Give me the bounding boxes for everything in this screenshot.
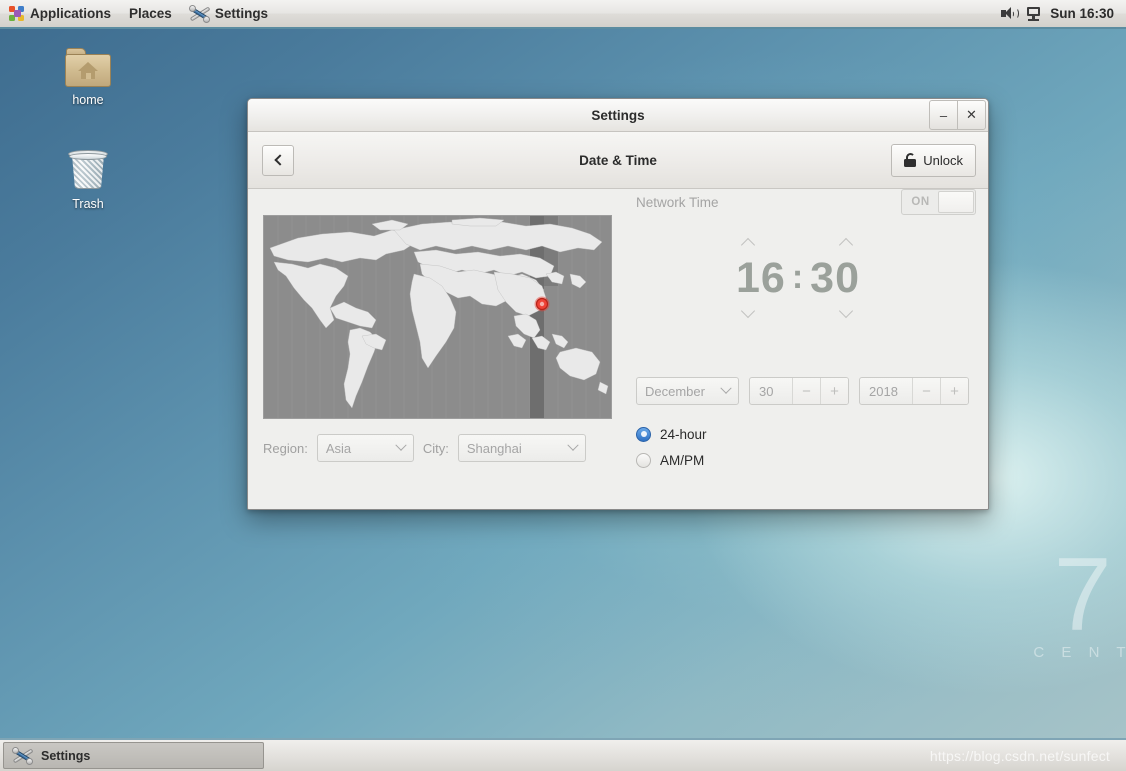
settings-window: Settings – ✕ Date & Time Unlock Region: … xyxy=(247,98,989,510)
applications-menu[interactable]: Applications xyxy=(0,0,120,27)
time-display: 16:30 xyxy=(674,252,922,303)
page-title: Date & Time xyxy=(579,152,657,168)
year-stepper: 2018 − + xyxy=(859,377,969,405)
unlock-button[interactable]: Unlock xyxy=(891,143,976,177)
time-format-group: 24-hour AM/PM xyxy=(636,421,707,473)
day-value[interactable]: 30 xyxy=(750,378,792,404)
month-value: December xyxy=(645,383,705,399)
world-map-svg xyxy=(264,216,611,418)
centos-brand-word: C E N T xyxy=(1033,644,1126,661)
taskbar: Settings https://blog.csdn.net/sunfect xyxy=(0,738,1126,771)
desktop-icon-label: Trash xyxy=(72,197,104,211)
settings-content: Region: Asia City: Shanghai Network Time… xyxy=(248,189,988,509)
monitor-icon[interactable] xyxy=(1026,6,1041,21)
trash-can-icon xyxy=(67,148,109,192)
panel-status-area: Sun 16:30 xyxy=(1000,6,1126,21)
year-value[interactable]: 2018 xyxy=(860,378,912,404)
toggle-knob xyxy=(938,191,974,213)
speaker-icon[interactable] xyxy=(1000,6,1019,21)
network-time-row: Network Time ON xyxy=(636,189,976,215)
open-padlock-icon xyxy=(904,153,917,167)
apps-grid-icon xyxy=(9,5,25,22)
region-select[interactable]: Asia xyxy=(316,434,414,462)
places-menu-label: Places xyxy=(129,6,172,21)
location-marker-icon xyxy=(534,296,550,312)
day-increment-button[interactable]: + xyxy=(820,378,848,404)
datetime-controls: Network Time ON 16:30 December 30 − + 20… xyxy=(636,189,976,489)
desktop-icon-label: home xyxy=(72,93,104,107)
time-format-option-24h[interactable]: 24-hour xyxy=(636,421,707,447)
clock-increment-row xyxy=(738,237,858,249)
chevron-down-icon xyxy=(720,382,732,394)
minimize-button[interactable]: – xyxy=(929,100,958,130)
network-time-toggle-state: ON xyxy=(911,196,930,208)
taskbar-window-label: Settings xyxy=(41,748,91,763)
close-button[interactable]: ✕ xyxy=(957,100,986,130)
radio-selected-icon xyxy=(636,426,651,442)
network-time-toggle[interactable]: ON xyxy=(901,189,976,215)
centos-brand-watermark: 7 C E N T xyxy=(1033,537,1126,661)
settings-menu-label: Settings xyxy=(214,6,269,21)
chevron-left-icon xyxy=(273,154,286,166)
settings-window-menu[interactable]: Settings xyxy=(181,0,277,27)
time-format-option-ampm[interactable]: AM/PM xyxy=(636,447,707,473)
applications-menu-label: Applications xyxy=(30,6,112,21)
timezone-selectors: Region: Asia City: Shanghai xyxy=(263,434,586,462)
panel-clock[interactable]: Sun 16:30 xyxy=(1050,6,1114,21)
clock-decrement-row xyxy=(738,306,858,318)
year-increment-button[interactable]: + xyxy=(940,378,968,404)
home-folder-icon xyxy=(65,48,111,88)
time-separator: : xyxy=(791,258,805,296)
desktop-icon-trash[interactable]: Trash xyxy=(45,148,131,212)
clock-spinner: 16:30 xyxy=(674,237,922,318)
day-decrement-button[interactable]: − xyxy=(792,378,820,404)
time-format-24h-label: 24-hour xyxy=(660,426,707,442)
centos-version-number: 7 xyxy=(1053,537,1112,653)
region-value: Asia xyxy=(325,440,352,456)
date-controls: December 30 − + 2018 − + xyxy=(636,377,969,405)
header-bar: Date & Time Unlock xyxy=(248,132,988,189)
network-time-label: Network Time xyxy=(636,194,719,210)
panel-menu-group: Applications Places Settings xyxy=(0,0,277,27)
chevron-down-icon xyxy=(567,439,579,451)
city-label: City: xyxy=(422,440,449,456)
window-buttons: – ✕ xyxy=(929,100,986,130)
radio-unselected-icon xyxy=(636,452,651,468)
minutes-up-button[interactable] xyxy=(836,237,858,249)
window-title: Settings xyxy=(591,107,645,123)
timezone-map[interactable] xyxy=(263,215,612,419)
tools-icon xyxy=(12,746,34,765)
tools-icon xyxy=(188,4,211,23)
day-stepper: 30 − + xyxy=(749,377,849,405)
minutes-value[interactable]: 30 xyxy=(810,254,860,302)
back-button[interactable] xyxy=(262,144,294,176)
desktop: Applications Places Settings Sun 16:30 h… xyxy=(0,0,1126,771)
watermark-text: https://blog.csdn.net/sunfect xyxy=(929,747,1110,764)
chevron-down-icon xyxy=(395,439,407,451)
city-value: Shanghai xyxy=(466,440,522,456)
unlock-button-label: Unlock xyxy=(923,152,963,168)
hours-value[interactable]: 16 xyxy=(736,254,786,302)
time-format-ampm-label: AM/PM xyxy=(660,452,705,468)
hours-down-button[interactable] xyxy=(738,306,760,318)
minutes-down-button[interactable] xyxy=(836,306,858,318)
taskbar-window-settings[interactable]: Settings xyxy=(3,742,264,769)
window-titlebar[interactable]: Settings – ✕ xyxy=(248,99,988,132)
city-select[interactable]: Shanghai xyxy=(457,434,586,462)
month-select[interactable]: December xyxy=(636,377,739,405)
desktop-icon-home[interactable]: home xyxy=(45,48,131,108)
hours-up-button[interactable] xyxy=(738,237,760,249)
places-menu[interactable]: Places xyxy=(120,0,181,27)
top-panel: Applications Places Settings Sun 16:30 xyxy=(0,0,1126,29)
region-label: Region: xyxy=(263,440,308,456)
year-decrement-button[interactable]: − xyxy=(912,378,940,404)
